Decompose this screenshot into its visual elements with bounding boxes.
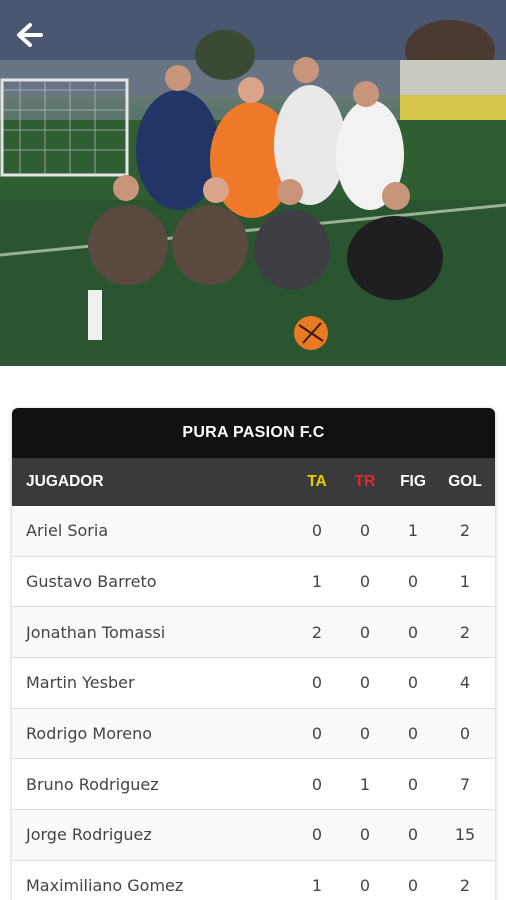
back-button[interactable] xyxy=(16,22,56,62)
fig-count: 0 xyxy=(407,673,419,693)
column-header-player: JUGADOR xyxy=(26,473,104,490)
team-name: PURA PASION F.C xyxy=(12,408,495,458)
fig-count: 0 xyxy=(407,876,419,896)
gol-count: 15 xyxy=(454,825,476,845)
player-name: Bruno Rodriguez xyxy=(26,774,159,794)
table-row: Gustavo Barreto 1 0 0 1 xyxy=(12,556,495,608)
player-name: Rodrigo Moreno xyxy=(26,724,152,744)
team-photo-illustration xyxy=(0,0,506,366)
ta-count: 0 xyxy=(311,774,323,794)
tr-count: 0 xyxy=(359,724,371,744)
table-row: Jorge Rodriguez 0 0 0 15 xyxy=(12,810,495,861)
table-header: JUGADOR TA TR FIG GOL xyxy=(12,458,495,506)
table-row: Maximiliano Gomez 1 0 0 2 xyxy=(12,860,495,900)
gol-count: 7 xyxy=(459,774,471,794)
tr-count: 0 xyxy=(359,876,371,896)
tr-count: 0 xyxy=(359,622,371,642)
table-row: Ariel Soria 0 0 1 2 xyxy=(12,506,495,557)
ta-count: 2 xyxy=(311,622,323,642)
fig-count: 1 xyxy=(407,521,419,541)
player-name: Martin Yesber xyxy=(26,673,135,693)
ta-count: 0 xyxy=(311,521,323,541)
gol-count: 2 xyxy=(459,521,471,541)
team-detail-screen: PURA PASION F.C JUGADOR TA TR FIG GOL Ar… xyxy=(0,0,506,900)
table-row: Bruno Rodriguez 0 1 0 7 xyxy=(12,759,495,811)
table-row: Martin Yesber 0 0 0 4 xyxy=(12,658,495,709)
fig-count: 0 xyxy=(407,622,419,642)
gol-count: 0 xyxy=(459,724,471,744)
table-body: Ariel Soria 0 0 1 2 Gustavo Barreto 1 0 … xyxy=(12,506,495,900)
gol-count: 2 xyxy=(459,876,471,896)
player-name: Ariel Soria xyxy=(26,521,109,541)
column-header-fig: FIG xyxy=(400,473,426,490)
player-name: Gustavo Barreto xyxy=(26,572,157,592)
column-header-tr: TR xyxy=(354,473,376,490)
arrow-left-icon xyxy=(17,23,43,47)
ta-count: 0 xyxy=(311,673,323,693)
player-stats-table: PURA PASION F.C JUGADOR TA TR FIG GOL Ar… xyxy=(12,408,495,900)
player-name: Maximiliano Gomez xyxy=(26,876,184,896)
ta-count: 1 xyxy=(311,572,323,592)
column-header-gol: GOL xyxy=(448,473,482,490)
tr-count: 0 xyxy=(359,572,371,592)
team-photo xyxy=(0,0,506,366)
fig-count: 0 xyxy=(407,572,419,592)
fig-count: 0 xyxy=(407,774,419,794)
column-header-ta: TA xyxy=(307,473,327,490)
fig-count: 0 xyxy=(407,825,419,845)
table-row: Rodrigo Moreno 0 0 0 0 xyxy=(12,708,495,760)
ta-count: 0 xyxy=(311,724,323,744)
player-name: Jorge Rodriguez xyxy=(26,825,152,845)
gol-count: 4 xyxy=(459,673,471,693)
tr-count: 0 xyxy=(359,673,371,693)
ta-count: 1 xyxy=(311,876,323,896)
gol-count: 2 xyxy=(459,622,471,642)
tr-count: 1 xyxy=(359,774,371,794)
tr-count: 0 xyxy=(359,521,371,541)
table-row: Jonathan Tomassi 2 0 0 2 xyxy=(12,607,495,659)
gol-count: 1 xyxy=(459,572,471,592)
ta-count: 0 xyxy=(311,825,323,845)
fig-count: 0 xyxy=(407,724,419,744)
player-name: Jonathan Tomassi xyxy=(26,622,166,642)
tr-count: 0 xyxy=(359,825,371,845)
